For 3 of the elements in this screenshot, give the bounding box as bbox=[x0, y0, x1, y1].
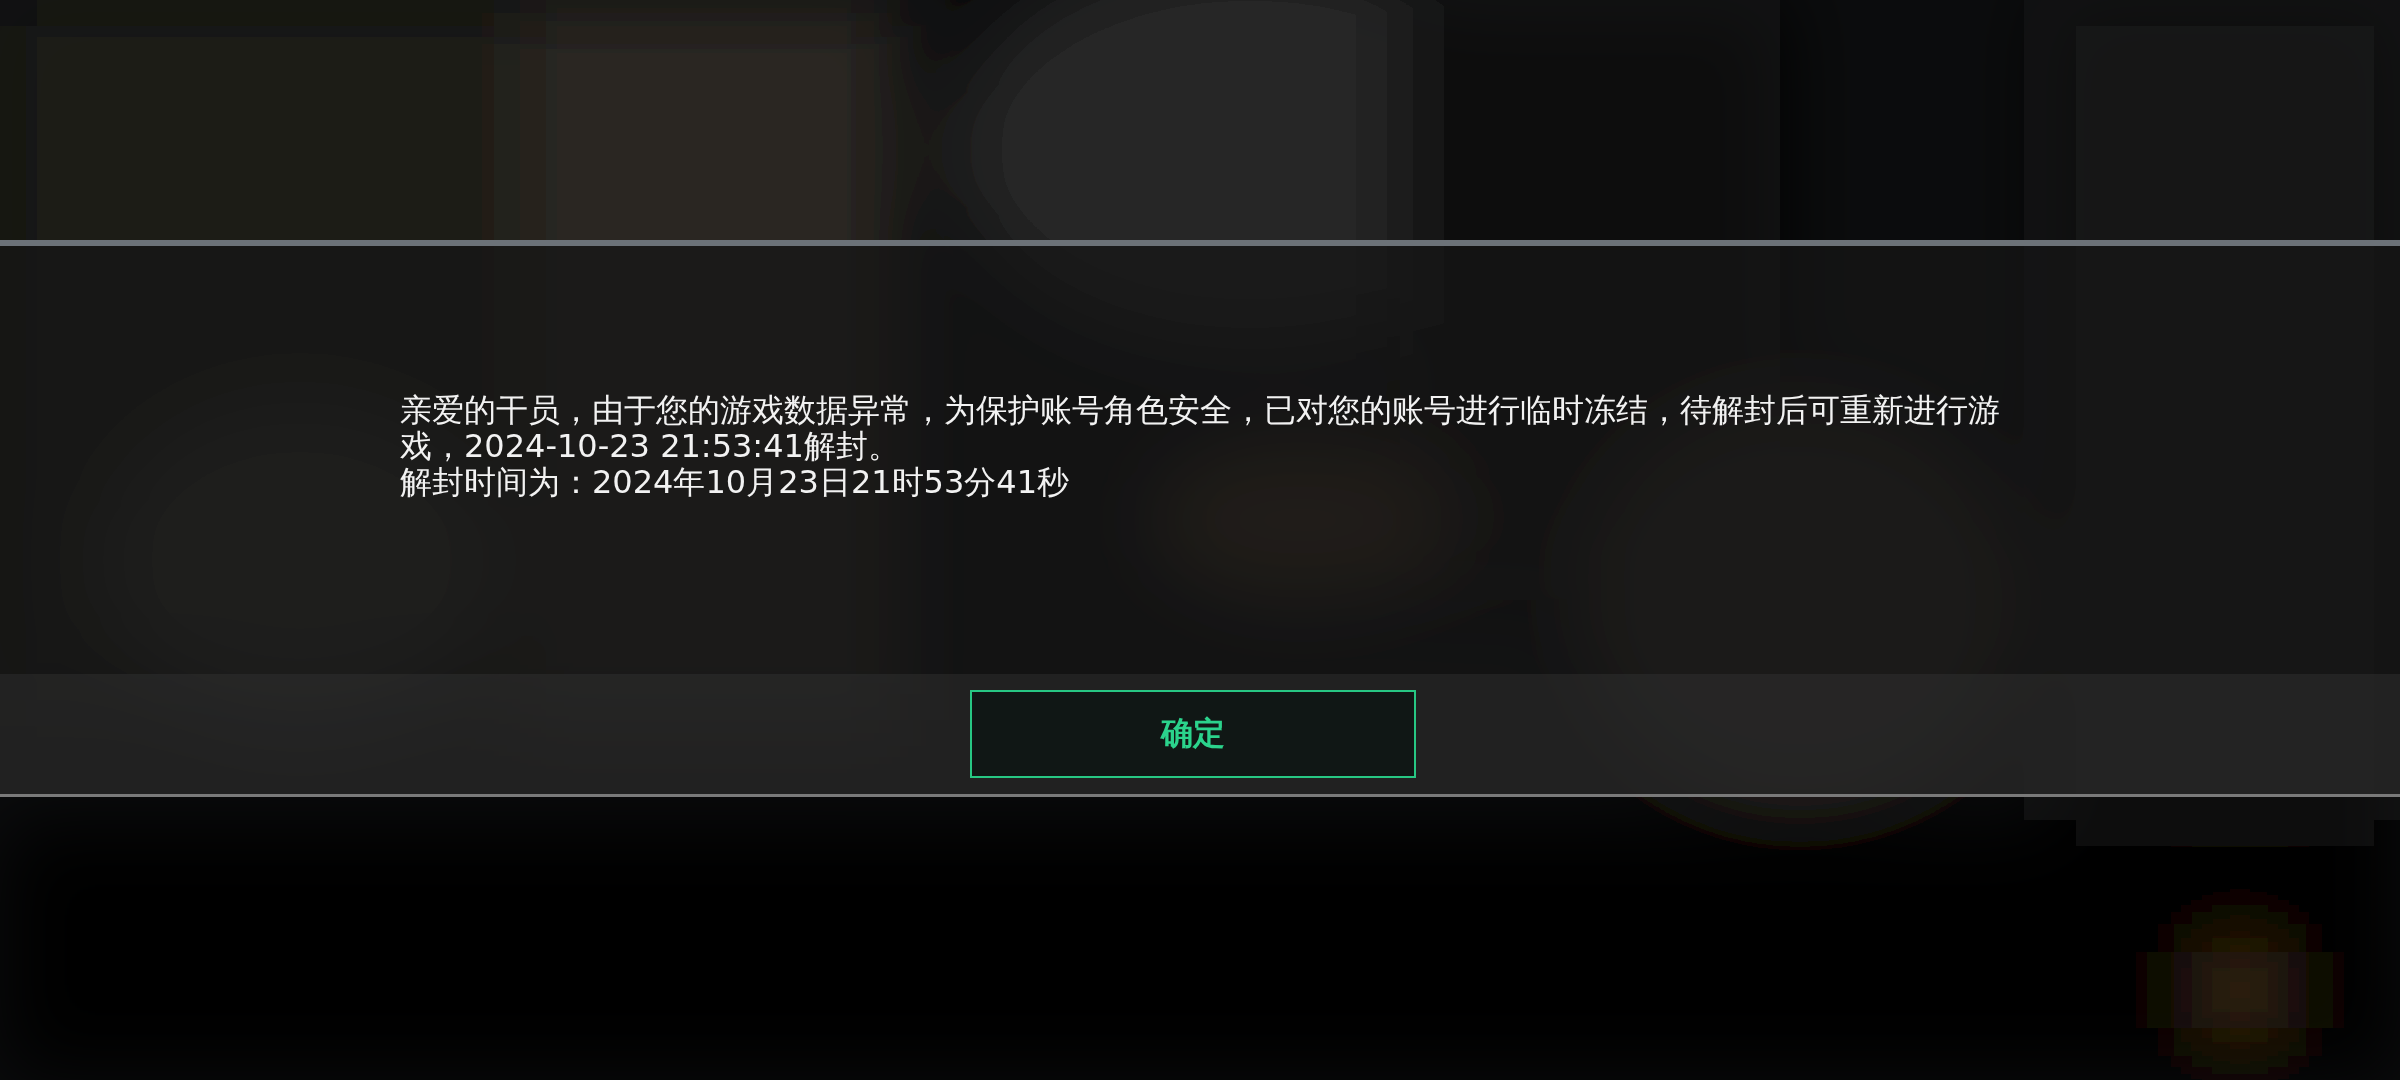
unlock-time-text: 解封时间为：2024年10月23日21时53分41秒 bbox=[400, 464, 1071, 500]
confirm-button[interactable]: 确定 bbox=[970, 690, 1416, 778]
message-text: 亲爱的干员，由于您的游戏数据异常，为保护账号角色安全，已对您的账号进行临时冻结，待解封后可重新进行游戏，2024-10-23 21:53:41解封。 bbox=[400, 392, 2001, 464]
